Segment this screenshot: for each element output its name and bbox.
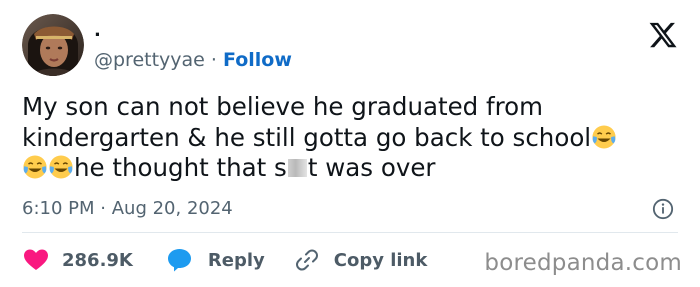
face-with-tears-of-joy-icon bbox=[23, 155, 47, 179]
watermark: boredpanda.com bbox=[484, 250, 682, 276]
info-icon[interactable] bbox=[652, 198, 674, 220]
speech-bubble-icon bbox=[167, 249, 191, 272]
timestamp-row[interactable]: 6:10 PM · Aug 20, 2024 bbox=[22, 197, 233, 221]
user-handle[interactable]: @prettyyae bbox=[94, 49, 205, 71]
link-icon bbox=[295, 249, 318, 271]
tweet-time: 6:10 PM bbox=[22, 198, 95, 219]
face-with-tears-of-joy-icon bbox=[592, 124, 616, 149]
avatar-image bbox=[22, 14, 84, 76]
action-bar: 286.9K Reply Copy link bbox=[22, 247, 427, 273]
avatar[interactable] bbox=[22, 14, 84, 76]
tweet-text-line3-end: t was over bbox=[307, 153, 436, 182]
like-button[interactable]: 286.9K bbox=[24, 249, 133, 271]
tweet-text: My son can not believe he graduated from… bbox=[22, 92, 672, 184]
face-with-tears-of-joy-icon bbox=[49, 155, 73, 179]
tweet-text-line1: My son can not believe he graduated from bbox=[22, 92, 544, 121]
follow-button[interactable]: Follow bbox=[223, 49, 292, 71]
x-logo-icon[interactable] bbox=[648, 20, 678, 50]
reply-button[interactable]: Reply bbox=[167, 248, 265, 272]
timestamp-separator: · bbox=[100, 198, 106, 219]
reply-label: Reply bbox=[207, 249, 265, 271]
handle-separator: · bbox=[210, 49, 217, 71]
copy-link-label: Copy link bbox=[333, 249, 428, 271]
censor-blur bbox=[287, 159, 307, 177]
handle-row: @prettyyae · Follow bbox=[94, 48, 292, 72]
display-name[interactable]: . bbox=[94, 20, 101, 42]
copy-link-button[interactable]: Copy link bbox=[295, 248, 428, 272]
heart-icon bbox=[24, 249, 48, 270]
like-count: 286.9K bbox=[62, 249, 133, 271]
tweet-text-line2: kindergarten & he still gotta go back to… bbox=[22, 122, 592, 152]
divider bbox=[22, 232, 678, 233]
tweet-text-line3-start: he thought that s bbox=[74, 153, 287, 182]
tweet-date: Aug 20, 2024 bbox=[111, 198, 233, 219]
